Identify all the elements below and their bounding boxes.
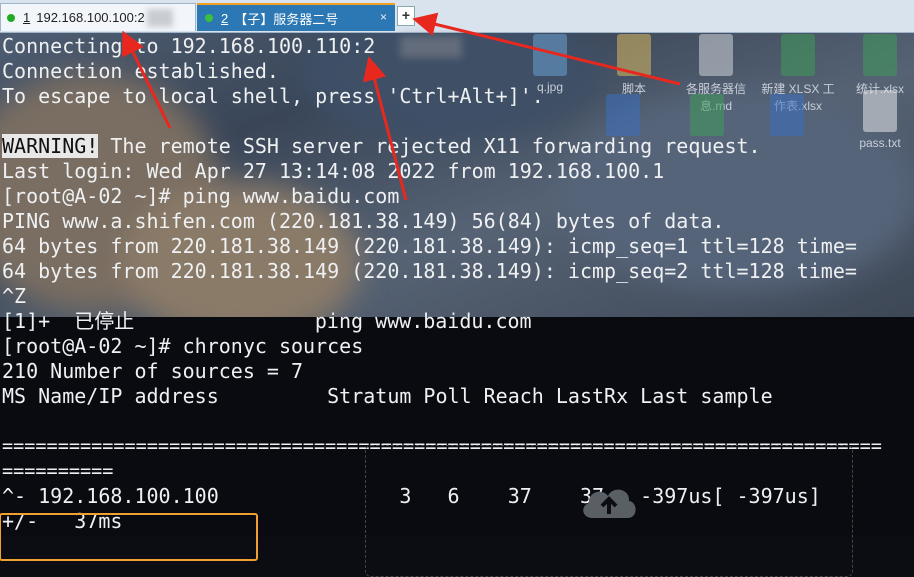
close-tab-icon[interactable]: × bbox=[380, 10, 387, 24]
terminal-line: MS Name/IP address Stratum Poll Reach La… bbox=[2, 384, 773, 408]
terminal-line: Connecting to 192.168.100.110:2 bbox=[2, 34, 376, 58]
tab-session-2[interactable]: 2 【子】服务器二号 × bbox=[197, 3, 395, 31]
terminal-line: To escape to local shell, press 'Ctrl+Al… bbox=[2, 84, 544, 108]
tab-label: 【子】服务器二号 bbox=[234, 11, 339, 27]
terminal-line: Last login: Wed Apr 27 13:14:08 2022 fro… bbox=[2, 159, 665, 183]
terminal-line: 64 bytes from 220.181.38.149 (220.181.38… bbox=[2, 234, 857, 258]
terminal-line: ^Z bbox=[2, 284, 27, 308]
terminal-line: [root@A-02 ~]# ping www.baidu.com bbox=[2, 184, 400, 208]
terminal-line: 210 Number of sources = 7 bbox=[2, 359, 304, 383]
redacted-port bbox=[400, 36, 462, 58]
terminal-output[interactable]: Connecting to 192.168.100.110:2 Connecti… bbox=[0, 32, 914, 577]
tab-session-1[interactable]: 1 192.168.100.100:2 bbox=[0, 3, 196, 31]
redacted-port bbox=[146, 8, 173, 27]
terminal-line-warning: WARNING! The remote SSH server rejected … bbox=[2, 134, 761, 158]
warning-badge: WARNING! bbox=[2, 134, 99, 158]
terminal-line: ========== bbox=[2, 461, 114, 482]
tab-label: 192.168.100.100:2 bbox=[36, 10, 145, 25]
connection-status-icon bbox=[7, 13, 15, 22]
terminal-line: 64 bytes from 220.181.38.149 (220.181.38… bbox=[2, 259, 857, 283]
terminal-line: [root@A-02 ~]# chronyc sources bbox=[2, 334, 364, 358]
session-tab-bar: 1 192.168.100.100:2 2 【子】服务器二号 × + bbox=[0, 0, 914, 33]
new-tab-button[interactable]: + bbox=[397, 6, 415, 26]
terminal-line: [1]+ 已停止 ping www.baidu.com bbox=[2, 309, 532, 333]
terminal-line: PING www.a.shifen.com (220.181.38.149) 5… bbox=[2, 209, 725, 233]
terminal-line: Connection established. bbox=[2, 59, 279, 83]
connection-status-icon bbox=[205, 14, 213, 22]
upload-cloud-icon bbox=[583, 489, 636, 518]
highlight-box bbox=[0, 513, 258, 561]
